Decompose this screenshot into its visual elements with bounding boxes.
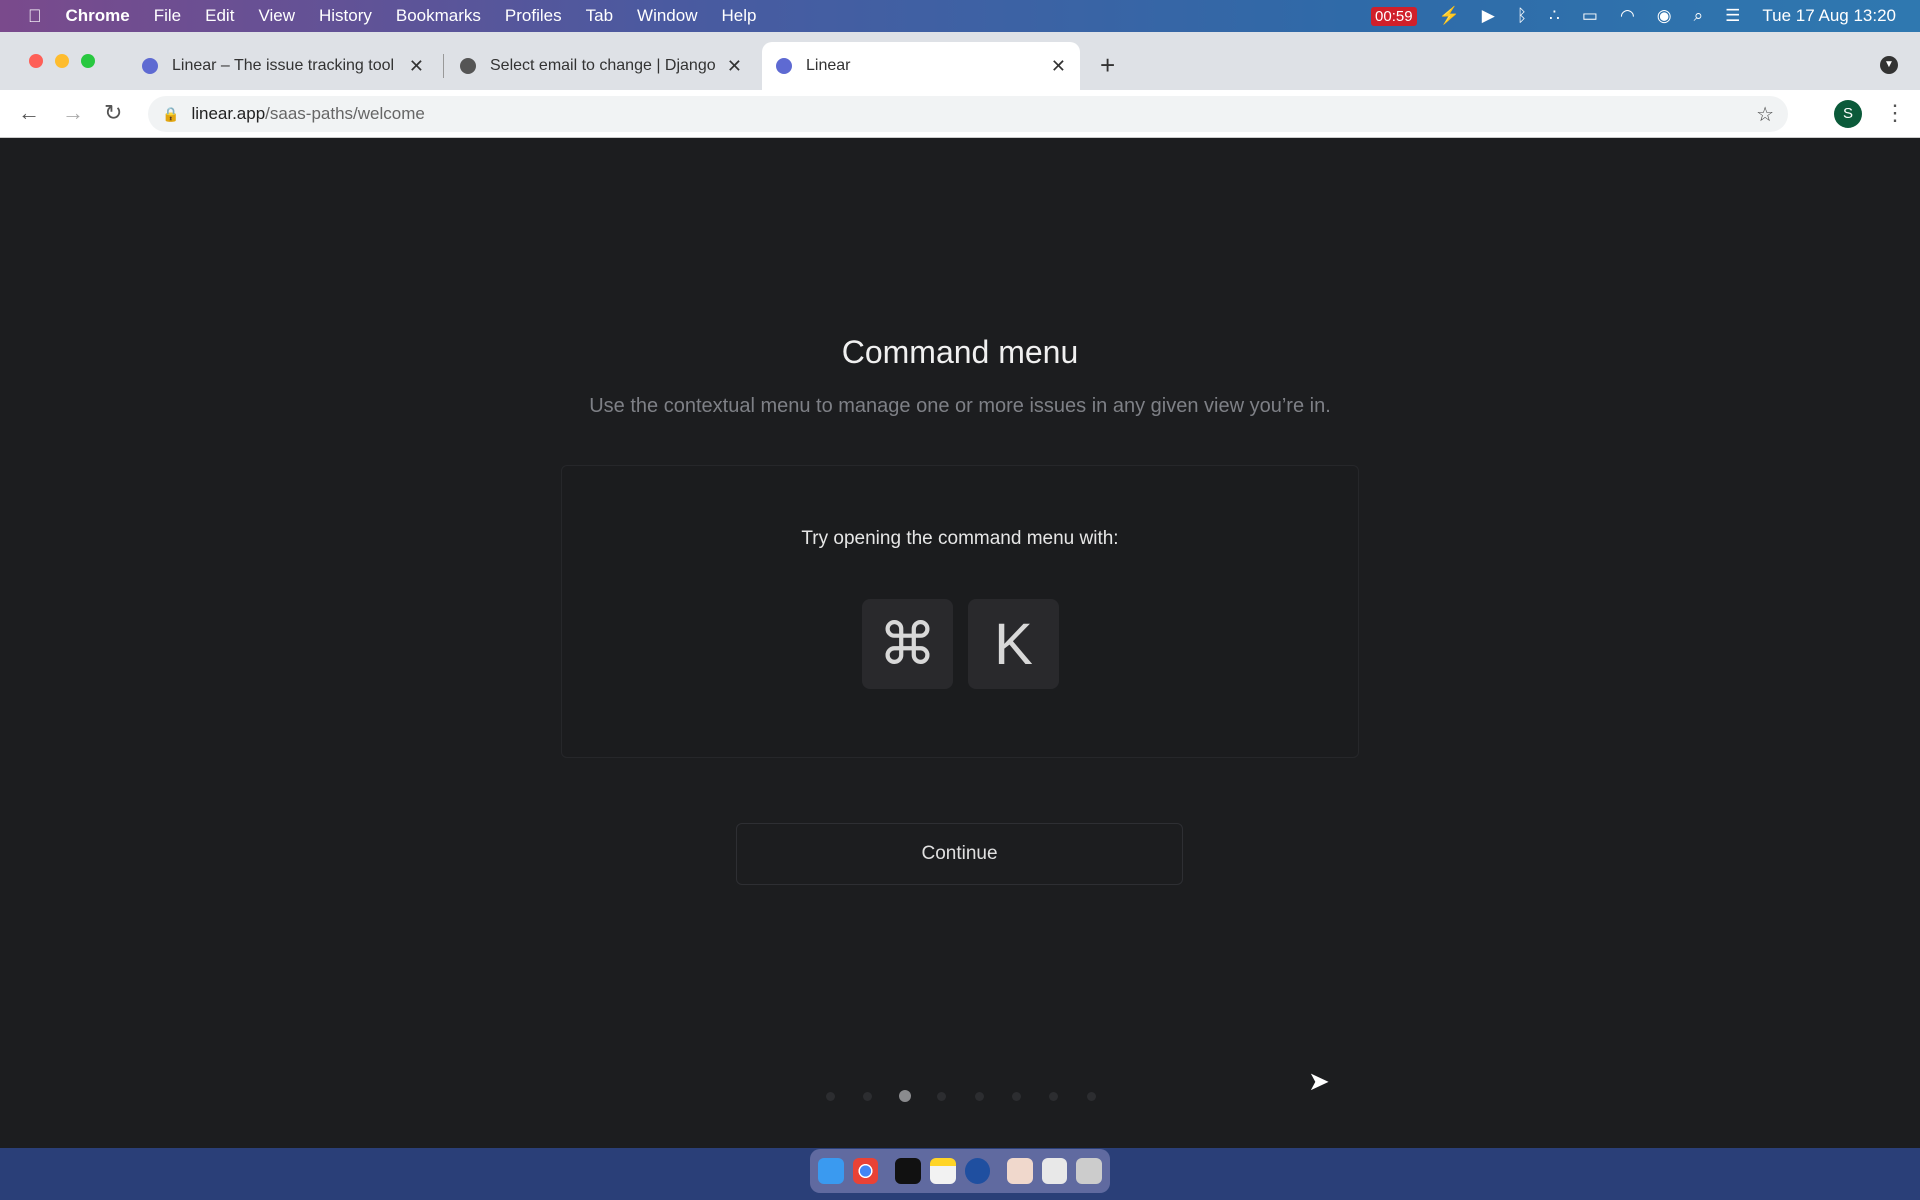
page-subtitle: Use the contextual menu to manage one or…	[589, 395, 1331, 417]
k-key: K	[968, 599, 1059, 689]
pagination-dot[interactable]	[862, 1092, 872, 1101]
menu-bookmarks[interactable]: Bookmarks	[396, 6, 481, 26]
address-bar[interactable]: 🔒 linear.app/saas-paths/welcome ☆	[148, 96, 1788, 132]
bluetooth-icon[interactable]: ᛒ	[1517, 6, 1527, 26]
pagination-dot[interactable]	[1012, 1092, 1021, 1101]
tab-divider	[443, 54, 444, 78]
profile-avatar[interactable]: S	[1834, 100, 1862, 128]
battery-icon[interactable]: ▭	[1582, 6, 1598, 26]
control-center-icon[interactable]: ☰	[1725, 6, 1740, 26]
bookmark-star-icon[interactable]: ☆	[1756, 102, 1774, 127]
url-domain: linear.app	[191, 104, 266, 123]
wifi-icon[interactable]: ◠	[1620, 6, 1635, 26]
menu-edit[interactable]: Edit	[205, 6, 234, 26]
maximize-window-button[interactable]	[81, 54, 95, 68]
close-tab-icon[interactable]: ✕	[1051, 56, 1066, 77]
spotlight-search-icon[interactable]: ⌕	[1694, 6, 1704, 26]
close-window-button[interactable]	[29, 54, 43, 68]
tab-linear-active[interactable]: Linear ✕	[762, 42, 1080, 90]
dots-icon[interactable]: ∴	[1549, 6, 1560, 26]
back-icon[interactable]: ←	[18, 100, 40, 126]
bolt-icon[interactable]: ⚡	[1439, 6, 1460, 26]
apple-menu-icon[interactable]: 	[28, 6, 42, 27]
play-icon[interactable]: ▶	[1482, 6, 1495, 26]
trash-icon[interactable]	[1076, 1158, 1102, 1184]
recording-timer[interactable]: 00:59	[1371, 6, 1417, 26]
tab-title: Select email to change | Django	[490, 57, 716, 74]
tab-search-icon[interactable]: ▼	[1880, 56, 1898, 74]
terminal-icon[interactable]	[895, 1158, 921, 1184]
shortcut-card: Try opening the command menu with: ⌘ K	[561, 465, 1359, 758]
mouse-cursor-icon: ➤	[1308, 1066, 1330, 1096]
browser-toolbar: ← → ↻ 🔒 linear.app/saas-paths/welcome ☆ …	[0, 90, 1920, 138]
tab-linear-home[interactable]: Linear – The issue tracking tool ✕	[128, 42, 438, 90]
command-key: ⌘	[862, 599, 953, 689]
forward-icon[interactable]: →	[62, 100, 84, 126]
menu-file[interactable]: File	[154, 6, 181, 26]
pagination-dot[interactable]	[1049, 1092, 1059, 1101]
menu-tab[interactable]: Tab	[586, 6, 613, 26]
page-title: Command menu	[841, 334, 1079, 370]
pagination-dot[interactable]	[937, 1092, 947, 1101]
reeder-icon[interactable]	[964, 1158, 991, 1184]
page-content: Command menu Use the contextual menu to …	[0, 138, 1920, 1148]
url-path: /saas-paths/welcome	[265, 104, 425, 123]
pagination-dot[interactable]	[1086, 1092, 1096, 1101]
menu-app-name[interactable]: Chrome	[66, 6, 130, 26]
lock-icon: 🔒	[162, 105, 180, 122]
linear-favicon-icon	[776, 58, 792, 74]
menu-history[interactable]: History	[319, 6, 372, 26]
tab-title: Linear – The issue tracking tool	[172, 57, 395, 74]
continue-button[interactable]: Continue	[736, 823, 1183, 885]
reload-icon[interactable]: ↻	[104, 100, 122, 126]
finder-icon[interactable]	[818, 1158, 844, 1184]
new-tab-icon[interactable]: +	[1100, 50, 1115, 81]
menu-window[interactable]: Window	[637, 6, 697, 26]
browser-chrome: Linear – The issue tracking tool ✕ Selec…	[0, 32, 1920, 138]
screenshot-icon[interactable]	[1041, 1158, 1068, 1184]
clock[interactable]: Tue 17 Aug 13:20	[1762, 6, 1896, 26]
menu-help[interactable]: Help	[722, 6, 757, 26]
macos-dock	[810, 1149, 1110, 1193]
close-tab-icon[interactable]: ✕	[727, 56, 742, 77]
close-tab-icon[interactable]: ✕	[409, 56, 424, 77]
card-instruction: Try opening the command menu with:	[801, 528, 1119, 549]
pagination-dot[interactable]	[898, 1090, 911, 1102]
pagination-dot[interactable]	[825, 1092, 835, 1101]
minimize-window-button[interactable]	[55, 54, 69, 68]
linear-favicon-icon	[142, 58, 158, 74]
pagination-dot[interactable]	[974, 1092, 984, 1101]
globe-icon	[460, 58, 476, 74]
macos-menu-bar:  Chrome File Edit View History Bookmark…	[0, 0, 1920, 32]
tab-django[interactable]: Select email to change | Django ✕	[446, 42, 756, 90]
notes-icon[interactable]	[929, 1158, 956, 1184]
status-area: 00:59 ⚡ ▶ ᛒ ∴ ▭ ◠ ◉ ⌕ ☰ Tue 17 Aug 13:20	[1371, 0, 1896, 32]
chrome-icon[interactable]	[852, 1158, 879, 1184]
documents-folder-icon[interactable]	[1007, 1158, 1033, 1184]
menu-profiles[interactable]: Profiles	[505, 6, 562, 26]
user-icon[interactable]: ◉	[1657, 6, 1672, 26]
tab-title: Linear	[806, 57, 851, 74]
more-menu-icon[interactable]: ⋮	[1884, 100, 1906, 126]
menu-view[interactable]: View	[258, 6, 295, 26]
